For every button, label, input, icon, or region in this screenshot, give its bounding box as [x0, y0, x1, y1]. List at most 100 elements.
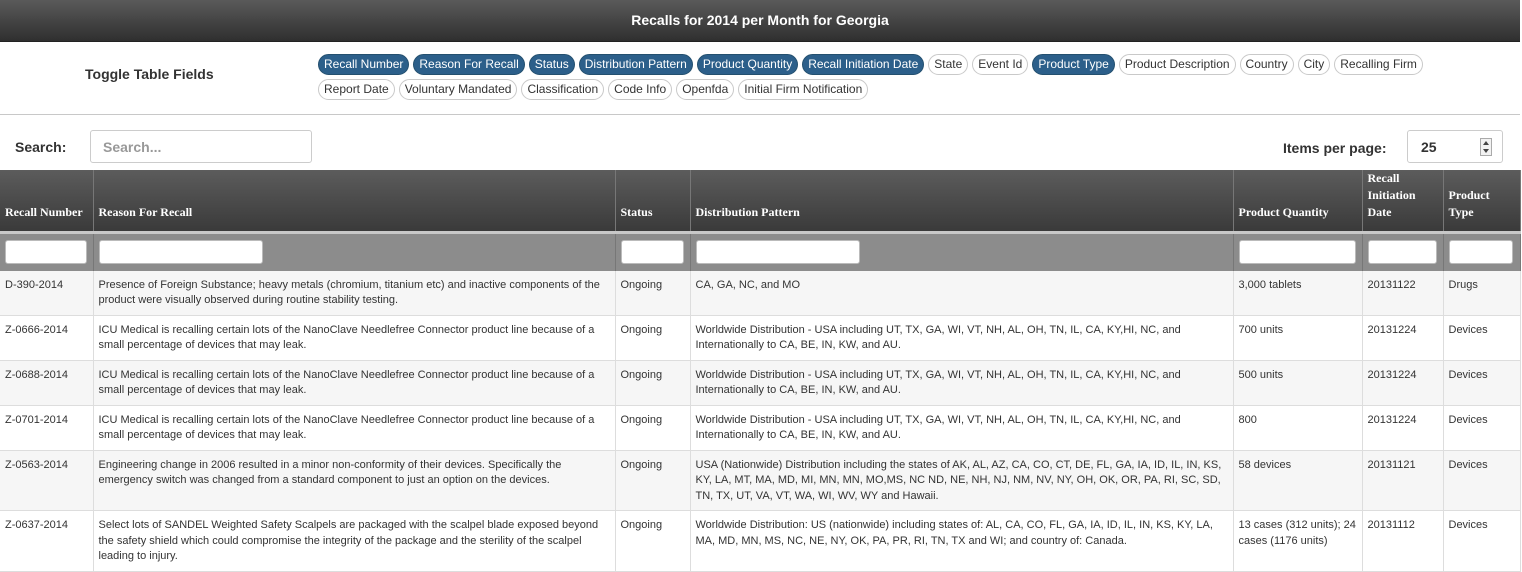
recall-number-cell: D-390-2014: [0, 270, 94, 316]
table-row[interactable]: Z-0637-2014 Select lots of SANDEL Weighte…: [0, 510, 1521, 572]
toggle-field-chip[interactable]: Product Description: [1118, 54, 1236, 75]
date-cell: 20131121: [1362, 450, 1444, 511]
table-body: D-390-2014 Presence of Foreign Substance;…: [0, 270, 1521, 572]
status-cell: Ongoing: [615, 270, 691, 316]
column-header-status[interactable]: Status: [615, 170, 691, 233]
toggle-field-chip[interactable]: Event Id: [972, 54, 1029, 75]
filter-reason-input[interactable]: [98, 240, 263, 265]
table-row[interactable]: Z-0688-2014 ICU Medical is recalling cert…: [0, 360, 1521, 406]
column-header-recall-initiation-date[interactable]: Recall Initiation Date: [1362, 170, 1444, 233]
toggle-field-chip[interactable]: Report Date: [318, 79, 395, 100]
toggle-field-chip[interactable]: Recall Number: [318, 54, 410, 75]
status-cell: Ongoing: [615, 405, 691, 451]
column-header-product-type[interactable]: Product Type: [1443, 170, 1521, 233]
number-spinner-icon[interactable]: [1480, 138, 1492, 156]
recalls-table: Recall Number Reason For Recall Status D…: [0, 170, 1521, 572]
column-header-recall-number[interactable]: Recall Number: [0, 170, 94, 233]
reason-cell: ICU Medical is recalling certain lots of…: [93, 360, 616, 406]
filter-distribution-input[interactable]: [695, 240, 860, 265]
toggle-field-chip[interactable]: Recall Initiation Date: [802, 54, 925, 75]
filter-cell: [1362, 231, 1444, 271]
toggle-field-chip[interactable]: Status: [528, 54, 575, 75]
quantity-cell: 3,000 tablets: [1233, 270, 1363, 316]
recall-number-cell: Z-0666-2014: [0, 315, 94, 361]
toggle-field-chip[interactable]: Country: [1239, 54, 1294, 75]
distribution-cell: USA (Nationwide) Distribution including …: [690, 450, 1234, 511]
date-cell: 20131224: [1362, 360, 1444, 406]
distribution-cell: Worldwide Distribution: US (nationwide) …: [690, 510, 1234, 572]
quantity-cell: 13 cases (312 units); 24 cases (1176 uni…: [1233, 510, 1363, 572]
status-cell: Ongoing: [615, 450, 691, 511]
spinner-up-icon[interactable]: [1483, 141, 1489, 145]
status-cell: Ongoing: [615, 510, 691, 572]
reason-cell: Select lots of SANDEL Weighted Safety Sc…: [93, 510, 616, 572]
toggle-field-chip[interactable]: Product Type: [1032, 54, 1115, 75]
status-cell: Ongoing: [615, 315, 691, 361]
recall-number-cell: Z-0563-2014: [0, 450, 94, 511]
filter-quantity-input[interactable]: [1238, 240, 1356, 265]
date-cell: 20131224: [1362, 315, 1444, 361]
column-header-product-quantity[interactable]: Product Quantity: [1233, 170, 1363, 233]
toggle-fields-title: Toggle Table Fields: [85, 66, 214, 82]
toggle-fields-panel: Toggle Table Fields Recall Number Reason …: [0, 42, 1520, 115]
items-per-page-value: 25: [1421, 139, 1437, 155]
filter-status-input[interactable]: [620, 240, 684, 265]
quantity-cell: 700 units: [1233, 315, 1363, 361]
filter-cell: [0, 231, 94, 271]
product-type-cell: Devices: [1443, 405, 1521, 451]
search-label: Search:: [15, 139, 67, 155]
date-cell: 20131122: [1362, 270, 1444, 316]
page-title: Recalls for 2014 per Month for Georgia: [0, 0, 1520, 42]
spinner-down-icon[interactable]: [1483, 149, 1489, 153]
product-type-cell: Drugs: [1443, 270, 1521, 316]
toggle-field-chip[interactable]: Code Info: [608, 79, 673, 100]
recall-number-cell: Z-0688-2014: [0, 360, 94, 406]
filter-product-type-input[interactable]: [1448, 240, 1513, 265]
reason-cell: ICU Medical is recalling certain lots of…: [93, 315, 616, 361]
filter-cell: [615, 231, 691, 271]
filter-row: [0, 231, 1521, 271]
items-per-page-label: Items per page:: [1283, 140, 1387, 156]
filter-cell: [93, 231, 616, 271]
reason-cell: Engineering change in 2006 resulted in a…: [93, 450, 616, 511]
toggle-field-chip[interactable]: Classification: [521, 79, 605, 100]
recall-number-cell: Z-0701-2014: [0, 405, 94, 451]
toggle-field-chip[interactable]: Product Quantity: [696, 54, 799, 75]
product-type-cell: Devices: [1443, 315, 1521, 361]
column-header-reason-for-recall[interactable]: Reason For Recall: [93, 170, 616, 233]
column-header-distribution-pattern[interactable]: Distribution Pattern: [690, 170, 1234, 233]
filter-date-input[interactable]: [1367, 240, 1437, 265]
toggle-field-chip[interactable]: State: [928, 54, 969, 75]
distribution-cell: CA, GA, NC, and MO: [690, 270, 1234, 316]
recall-number-cell: Z-0637-2014: [0, 510, 94, 572]
table-row[interactable]: Z-0563-2014 Engineering change in 2006 re…: [0, 450, 1521, 511]
table-row[interactable]: Z-0701-2014 ICU Medical is recalling cert…: [0, 405, 1521, 451]
status-cell: Ongoing: [615, 360, 691, 406]
toggle-field-chip[interactable]: Initial Firm Notification: [738, 79, 869, 100]
table-row[interactable]: D-390-2014 Presence of Foreign Substance;…: [0, 270, 1521, 316]
toggle-field-chip[interactable]: Reason For Recall: [413, 54, 525, 75]
quantity-cell: 800: [1233, 405, 1363, 451]
table-row[interactable]: Z-0666-2014 ICU Medical is recalling cert…: [0, 315, 1521, 361]
toggle-field-chip[interactable]: City: [1297, 54, 1331, 75]
toggle-field-chip[interactable]: Openfda: [676, 79, 735, 100]
field-toggle-list: Recall Number Reason For Recall Status Dist…: [318, 54, 1478, 100]
filter-recall-number-input[interactable]: [5, 240, 87, 265]
toggle-field-chip[interactable]: Recalling Firm: [1334, 54, 1423, 75]
distribution-cell: Worldwide Distribution - USA including U…: [690, 405, 1234, 451]
date-cell: 20131112: [1362, 510, 1444, 572]
date-cell: 20131224: [1362, 405, 1444, 451]
filter-cell: [690, 231, 1234, 271]
product-type-cell: Devices: [1443, 510, 1521, 572]
quantity-cell: 500 units: [1233, 360, 1363, 406]
distribution-cell: Worldwide Distribution - USA including U…: [690, 360, 1234, 406]
search-input[interactable]: [90, 130, 312, 163]
product-type-cell: Devices: [1443, 450, 1521, 511]
items-per-page-input[interactable]: 25: [1407, 130, 1503, 163]
distribution-cell: Worldwide Distribution - USA including U…: [690, 315, 1234, 361]
header-row: Recall Number Reason For Recall Status D…: [0, 170, 1521, 233]
toggle-field-chip[interactable]: Voluntary Mandated: [398, 79, 518, 100]
quantity-cell: 58 devices: [1233, 450, 1363, 511]
toggle-field-chip[interactable]: Distribution Pattern: [578, 54, 693, 75]
reason-cell: Presence of Foreign Substance; heavy met…: [93, 270, 616, 316]
